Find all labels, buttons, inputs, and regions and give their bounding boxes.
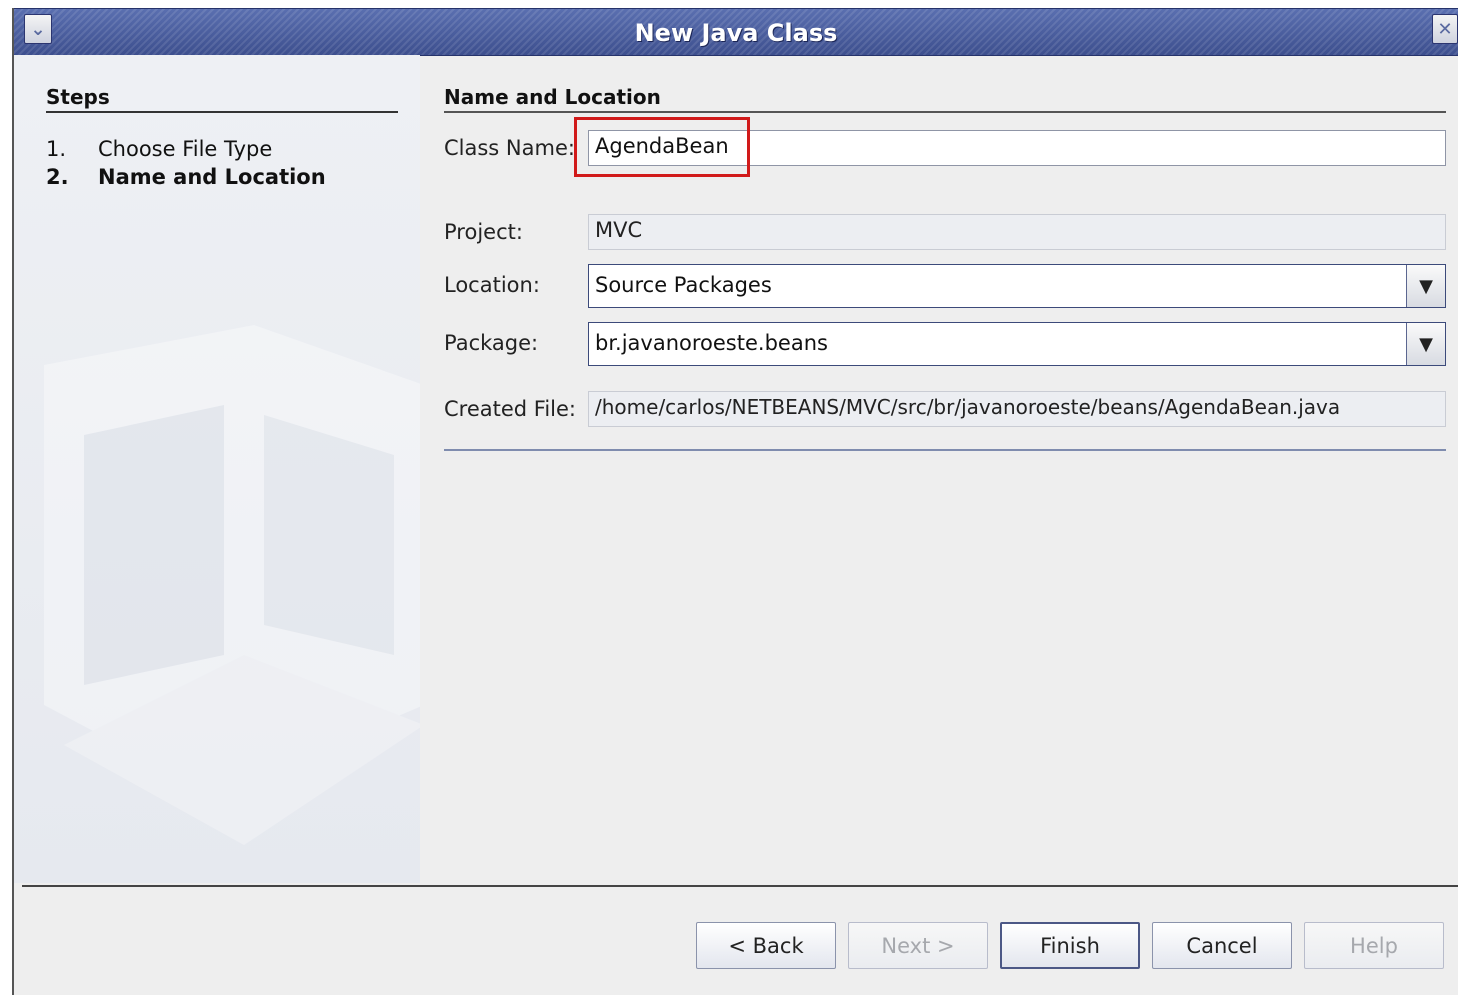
location-value: Source Packages xyxy=(595,273,772,297)
next-button[interactable]: Next > xyxy=(848,922,988,969)
steps-pane: Steps 1. Choose File Type 2. Name and Loca… xyxy=(14,55,420,883)
step-number: 2. xyxy=(46,165,69,189)
step-label: Name and Location xyxy=(98,165,326,189)
content-bottom-divider xyxy=(444,449,1446,451)
created-file-field: /home/carlos/NETBEANS/MVC/src/br/javanor… xyxy=(588,391,1446,427)
steps-title: Steps xyxy=(46,85,110,109)
help-button[interactable]: Help xyxy=(1304,922,1444,969)
window-title: New Java Class xyxy=(634,19,838,47)
content-title-divider xyxy=(444,111,1446,113)
package-value[interactable]: br.javanoroeste.beans xyxy=(595,331,828,355)
step-item-choose-file-type: 1. Choose File Type xyxy=(46,137,272,161)
triangle-down-icon: ▼ xyxy=(1419,275,1433,297)
created-file-label: Created File: xyxy=(444,397,576,421)
triangle-down-icon: ▼ xyxy=(1419,333,1433,355)
step-label: Choose File Type xyxy=(98,137,273,161)
close-button[interactable]: ✕ xyxy=(1432,14,1458,44)
project-field: MVC xyxy=(588,214,1446,250)
location-combo[interactable]: Source Packages ▼ xyxy=(588,264,1446,308)
title-bar[interactable]: ⌄ New Java Class ✕ xyxy=(14,8,1458,56)
new-java-class-dialog: ⌄ New Java Class ✕ Steps 1. Choose File T… xyxy=(12,8,1458,995)
project-label: Project: xyxy=(444,220,523,244)
step-item-name-and-location: 2. Name and Location xyxy=(46,165,326,189)
location-label: Location: xyxy=(444,273,540,297)
step-number: 1. xyxy=(46,137,67,161)
content-title: Name and Location xyxy=(444,85,661,109)
back-button[interactable]: < Back xyxy=(696,922,836,969)
package-dropdown-button[interactable]: ▼ xyxy=(1406,323,1445,365)
package-combo[interactable]: br.javanoroeste.beans ▼ xyxy=(588,322,1446,366)
location-dropdown-button[interactable]: ▼ xyxy=(1406,265,1445,307)
class-name-highlight xyxy=(574,117,750,177)
cancel-button[interactable]: Cancel xyxy=(1152,922,1292,969)
steps-divider xyxy=(46,111,398,113)
class-name-label: Class Name: xyxy=(444,136,575,160)
close-icon: ✕ xyxy=(1437,18,1453,40)
package-label: Package: xyxy=(444,331,539,355)
finish-button[interactable]: Finish xyxy=(1000,922,1140,969)
netbeans-cube-watermark xyxy=(44,325,420,845)
button-bar-divider xyxy=(22,885,1458,887)
